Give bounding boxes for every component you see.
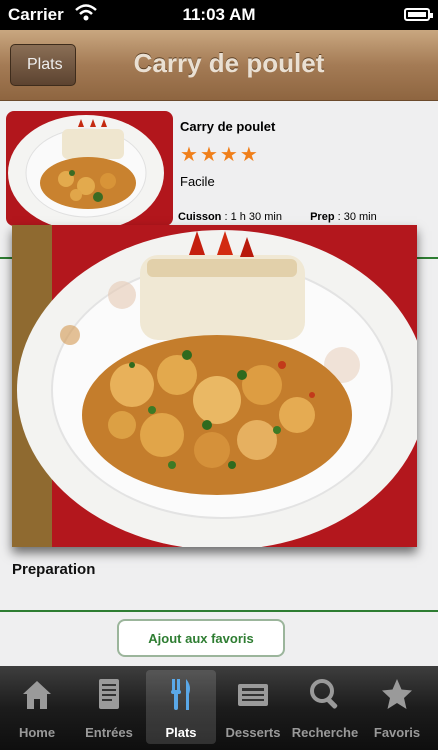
difficulty-label: Facile	[180, 174, 215, 189]
tab-bar: Home Entrées Plats Desserts Recherche Fa…	[0, 666, 438, 750]
section-divider	[0, 610, 438, 612]
star-icon	[382, 679, 412, 709]
page-title: Carry de poulet	[133, 48, 325, 78]
cook-time-value: : 1 h 30 min	[221, 211, 282, 223]
recipe-content: Carry de poulet ★ ★ ★ ★ Facile Cuisson :…	[0, 101, 438, 666]
star-icon: ★	[199, 142, 218, 166]
tab-label: Recherche	[291, 725, 359, 740]
preparation-heading: Preparation	[12, 561, 96, 578]
star-icon: ★	[180, 142, 198, 166]
recipe-info: Carry de poulet ★ ★ ★ ★ Facile	[180, 119, 430, 189]
back-button[interactable]: Plats	[10, 44, 76, 86]
home-icon	[23, 681, 51, 709]
rating-stars: ★ ★ ★ ★	[180, 144, 430, 164]
recipe-thumbnail[interactable]	[6, 111, 173, 226]
cutlery-icon	[171, 679, 190, 710]
recipe-times: Cuisson : 1 h 30 min Prep : 30 min	[178, 211, 438, 223]
tab-label: Home	[18, 725, 56, 740]
tab-entrees[interactable]: Entrées	[74, 670, 144, 744]
prep-time-label: Prep	[310, 211, 335, 223]
tab-label: Desserts	[225, 725, 281, 740]
tab-desserts[interactable]: Desserts	[218, 670, 288, 744]
add-to-favorites-button[interactable]: Ajout aux favoris	[117, 619, 285, 657]
star-icon: ★	[239, 142, 258, 166]
document-icon	[99, 679, 119, 709]
search-icon	[310, 679, 338, 709]
recipe-name: Carry de poulet	[180, 119, 276, 134]
dish-photo-image	[12, 225, 417, 547]
battery-icon	[404, 8, 433, 21]
tab-favoris[interactable]: Favoris	[362, 670, 432, 744]
tab-label: Entrées	[85, 725, 133, 740]
back-button-label: Plats	[27, 56, 63, 73]
tab-label: Plats	[165, 725, 197, 740]
star-icon: ★	[219, 142, 238, 166]
status-bar: Carrier 11:03 AM	[0, 0, 438, 30]
tab-recherche[interactable]: Recherche	[290, 670, 360, 744]
recipe-photo[interactable]	[12, 225, 417, 547]
tab-home[interactable]: Home	[2, 670, 72, 744]
newspaper-icon	[238, 684, 268, 706]
cook-time-label: Cuisson	[178, 211, 222, 223]
clock: 11:03 AM	[182, 5, 256, 24]
dish-thumbnail-image	[6, 111, 173, 226]
navigation-bar: Plats Carry de poulet	[0, 30, 438, 101]
prep-time-value: : 30 min	[334, 211, 377, 223]
tab-plats[interactable]: Plats	[146, 670, 216, 744]
tab-label: Favoris	[373, 725, 421, 740]
